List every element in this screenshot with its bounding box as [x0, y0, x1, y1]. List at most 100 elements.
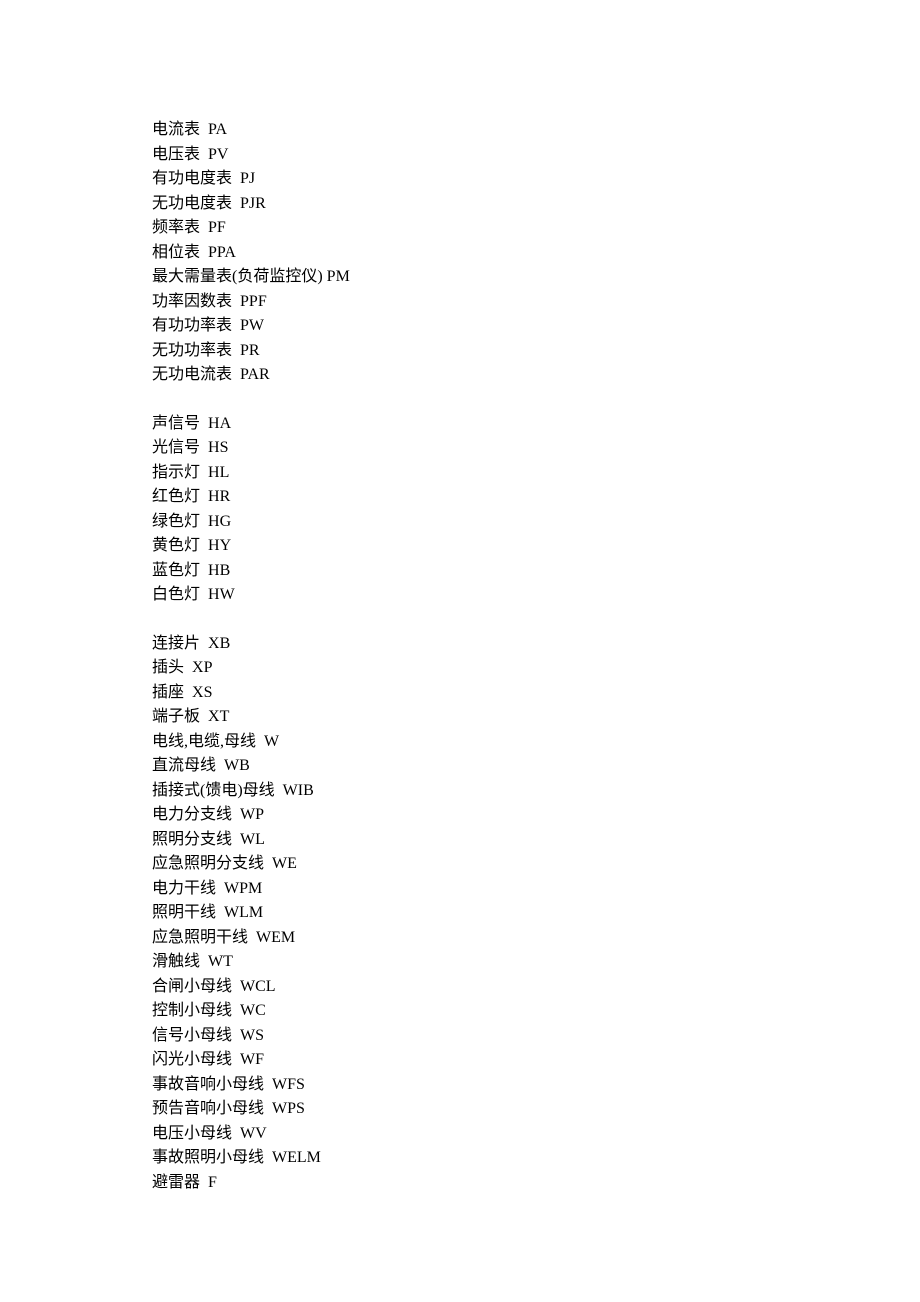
separator — [264, 855, 272, 872]
term-line: 有功电度表 PJ — [152, 167, 920, 192]
term-code: XB — [208, 635, 230, 652]
term-label: 无功功率表 — [152, 342, 232, 359]
term-code: WLM — [224, 904, 263, 921]
term-line: 电力分支线 WP — [152, 803, 920, 828]
term-code: PPF — [240, 293, 267, 310]
term-label: 控制小母线 — [152, 1002, 232, 1019]
term-line: 端子板 XT — [152, 705, 920, 730]
term-code: WT — [208, 953, 233, 970]
separator — [200, 415, 208, 432]
term-code: F — [208, 1174, 217, 1191]
separator — [200, 219, 208, 236]
term-line: 插座 XS — [152, 681, 920, 706]
term-line: 连接片 XB — [152, 632, 920, 657]
separator — [216, 757, 224, 774]
term-label: 黄色灯 — [152, 537, 200, 554]
term-code: WELM — [272, 1149, 321, 1166]
term-line: 插头 XP — [152, 656, 920, 681]
term-label: 信号小母线 — [152, 1027, 232, 1044]
separator — [232, 366, 240, 383]
term-label: 白色灯 — [152, 586, 200, 603]
term-label: 有功电度表 — [152, 170, 232, 187]
term-label: 合闸小母线 — [152, 978, 232, 995]
term-line: 电压小母线 WV — [152, 1122, 920, 1147]
term-label: 声信号 — [152, 415, 200, 432]
term-label: 无功电流表 — [152, 366, 232, 383]
term-code: WEM — [256, 929, 295, 946]
term-label: 事故照明小母线 — [152, 1149, 264, 1166]
separator — [200, 146, 208, 163]
term-line: 功率因数表 PPF — [152, 290, 920, 315]
term-code: WIB — [283, 782, 314, 799]
separator — [232, 293, 240, 310]
separator — [184, 659, 192, 676]
term-line: 直流母线 WB — [152, 754, 920, 779]
term-line: 有功功率表 PW — [152, 314, 920, 339]
term-label: 滑触线 — [152, 953, 200, 970]
term-label: 插座 — [152, 684, 184, 701]
term-line: 电线,电缆,母线 W — [152, 730, 920, 755]
separator — [200, 562, 208, 579]
separator — [200, 1174, 208, 1191]
term-code: WCL — [240, 978, 276, 995]
term-code: PM — [327, 268, 350, 285]
term-code: HB — [208, 562, 230, 579]
term-line: 信号小母线 WS — [152, 1024, 920, 1049]
separator — [264, 1100, 272, 1117]
term-label: 插接式(馈电)母线 — [152, 782, 275, 799]
term-line: 光信号 HS — [152, 436, 920, 461]
term-label: 绿色灯 — [152, 513, 200, 530]
term-line: 相位表 PPA — [152, 241, 920, 266]
term-code: WB — [224, 757, 250, 774]
term-code: HY — [208, 537, 231, 554]
separator — [200, 488, 208, 505]
term-code: PAR — [240, 366, 270, 383]
term-label: 直流母线 — [152, 757, 216, 774]
term-code: HL — [208, 464, 229, 481]
term-line: 声信号 HA — [152, 412, 920, 437]
term-line: 黄色灯 HY — [152, 534, 920, 559]
term-label: 连接片 — [152, 635, 200, 652]
term-label: 插头 — [152, 659, 184, 676]
term-group: 电流表 PA电压表 PV有功电度表 PJ无功电度表 PJR频率表 PF相位表 P… — [152, 118, 920, 388]
separator — [200, 244, 208, 261]
separator — [232, 195, 240, 212]
term-label: 电线,电缆,母线 — [152, 733, 256, 750]
term-code: WE — [272, 855, 297, 872]
term-line: 照明分支线 WL — [152, 828, 920, 853]
term-line: 无功电流表 PAR — [152, 363, 920, 388]
separator — [200, 464, 208, 481]
separator — [264, 1149, 272, 1166]
term-label: 红色灯 — [152, 488, 200, 505]
term-label: 应急照明分支线 — [152, 855, 264, 872]
term-code: PA — [208, 121, 227, 138]
term-line: 事故音响小母线 WFS — [152, 1073, 920, 1098]
separator — [232, 806, 240, 823]
term-label: 电力干线 — [152, 880, 216, 897]
term-code: WC — [240, 1002, 266, 1019]
separator — [248, 929, 256, 946]
term-line: 红色灯 HR — [152, 485, 920, 510]
term-code: PPA — [208, 244, 236, 261]
term-label: 闪光小母线 — [152, 1051, 232, 1068]
separator — [232, 342, 240, 359]
term-code: PJ — [240, 170, 255, 187]
term-line: 插接式(馈电)母线 WIB — [152, 779, 920, 804]
term-line: 绿色灯 HG — [152, 510, 920, 535]
term-line: 无功电度表 PJR — [152, 192, 920, 217]
term-line: 最大需量表(负荷监控仪) PM — [152, 265, 920, 290]
term-line: 应急照明分支线 WE — [152, 852, 920, 877]
term-code: PV — [208, 146, 228, 163]
term-label: 应急照明干线 — [152, 929, 248, 946]
separator — [200, 586, 208, 603]
term-label: 端子板 — [152, 708, 200, 725]
term-code: HG — [208, 513, 231, 530]
term-line: 无功功率表 PR — [152, 339, 920, 364]
separator — [275, 782, 283, 799]
term-label: 事故音响小母线 — [152, 1076, 264, 1093]
term-group: 连接片 XB插头 XP插座 XS端子板 XT电线,电缆,母线 W直流母线 WB插… — [152, 632, 920, 1196]
term-label: 功率因数表 — [152, 293, 232, 310]
term-line: 控制小母线 WC — [152, 999, 920, 1024]
term-code: HA — [208, 415, 231, 432]
term-line: 电力干线 WPM — [152, 877, 920, 902]
